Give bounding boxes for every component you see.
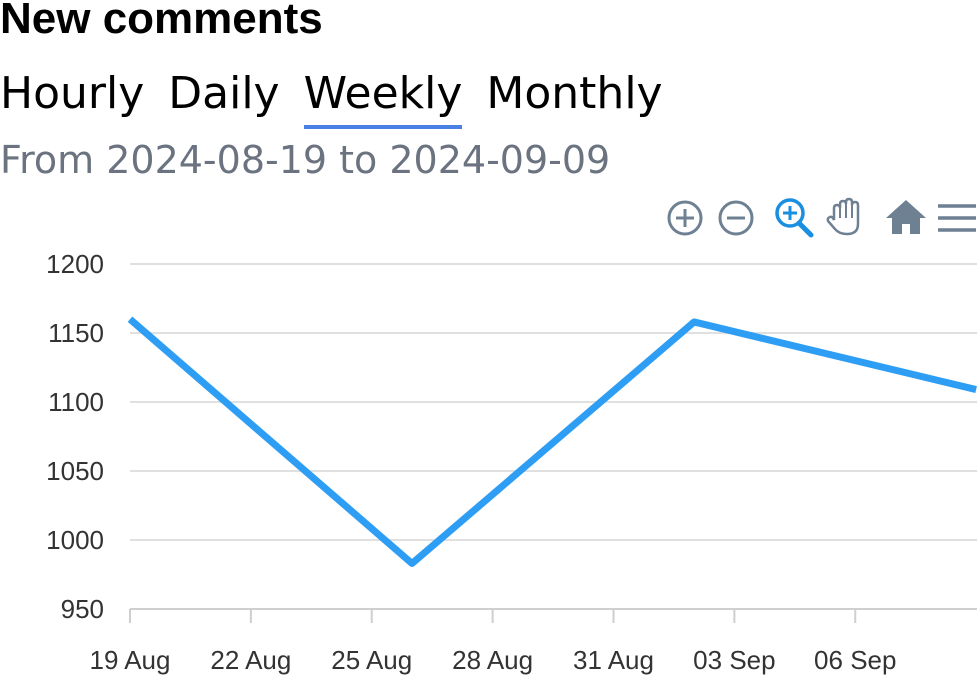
- x-axis-ticks: 19 Aug 22 Aug 25 Aug 28 Aug 31 Aug 03 Sep 06 S…: [90, 609, 896, 675]
- y-axis-ticks: 1200 1150 1100 1050 1000 950: [46, 249, 104, 624]
- x-tick-label: 31 Aug: [573, 645, 654, 675]
- y-tick-label: 950: [61, 594, 104, 624]
- x-tick-label: 28 Aug: [452, 645, 533, 675]
- grid-lines: [130, 263, 977, 610]
- y-tick-label: 1100: [48, 387, 104, 417]
- series-line: [127, 316, 977, 567]
- x-tick-label: 19 Aug: [90, 645, 171, 675]
- x-tick-label: 03 Sep: [693, 645, 775, 675]
- x-tick-label: 06 Sep: [814, 645, 896, 675]
- x-tick-label: 25 Aug: [331, 645, 412, 675]
- y-tick-label: 1200: [46, 249, 104, 279]
- series-layer: [127, 316, 977, 567]
- y-tick-label: 1150: [48, 318, 104, 348]
- line-chart: 1200 1150 1100 1050 1000 950 19 Aug 22 Aug 25 A…: [46, 249, 977, 675]
- x-tick-label: 22 Aug: [210, 645, 291, 675]
- y-tick-label: 1050: [46, 456, 104, 486]
- y-tick-label: 1000: [46, 525, 104, 555]
